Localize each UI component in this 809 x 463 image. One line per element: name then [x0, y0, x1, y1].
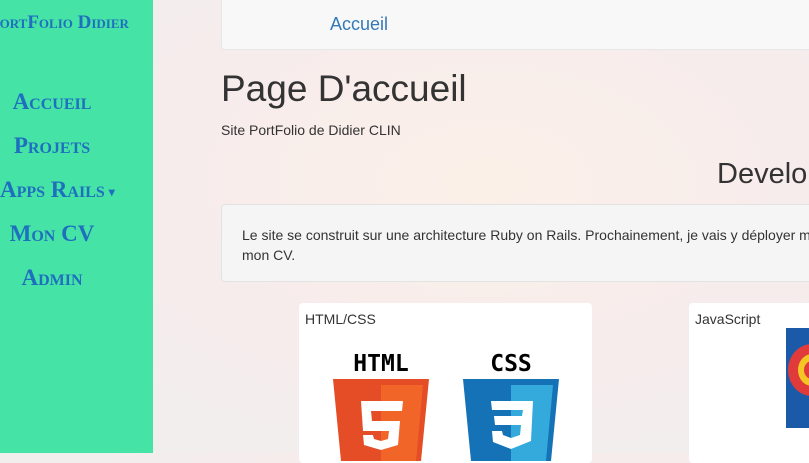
intro-text: Le site se construit sur une architectur… — [242, 227, 809, 263]
card-javascript: JavaScript — [689, 303, 809, 463]
nav-item-projets[interactable]: Projets — [0, 132, 104, 160]
card-title-javascript: JavaScript — [695, 311, 761, 327]
section-heading: Develo — [717, 158, 808, 190]
top-navbar: Accueil — [221, 0, 809, 50]
css3-logo: CSS — [463, 351, 559, 461]
brand-title[interactable]: PortFolio Didier — [0, 12, 129, 34]
nav-item-apps-rails-label: Apps Rails — [0, 177, 105, 202]
html5-logo: HTML — [333, 351, 429, 461]
page-subtitle: Site PortFolio de Didier CLIN — [221, 122, 401, 138]
card-title-html-css: HTML/CSS — [305, 311, 376, 327]
topbar-link-accueil[interactable]: Accueil — [330, 14, 388, 35]
css3-shield-icon — [463, 379, 559, 461]
nav-item-accueil[interactable]: Accueil — [0, 88, 104, 116]
sidebar: PortFolio Didier Accueil Projets Apps Ra… — [0, 0, 153, 453]
html5-shield-icon — [333, 379, 429, 461]
page-title: Page D'accueil — [221, 68, 467, 109]
caret-down-icon: ▾ — [108, 184, 115, 199]
nav-item-admin[interactable]: Admin — [0, 264, 104, 292]
nav-item-apps-rails[interactable]: Apps Rails ▾ — [0, 176, 115, 206]
superhero-logo-icon — [786, 328, 809, 428]
intro-panel: Le site se construit sur une architectur… — [221, 204, 809, 282]
card-html-css: HTML/CSS HTML CSS — [299, 303, 592, 463]
nav-item-mon-cv[interactable]: Mon CV — [0, 220, 104, 248]
css3-logo-word: CSS — [490, 351, 532, 377]
html5-logo-word: HTML — [353, 351, 409, 377]
